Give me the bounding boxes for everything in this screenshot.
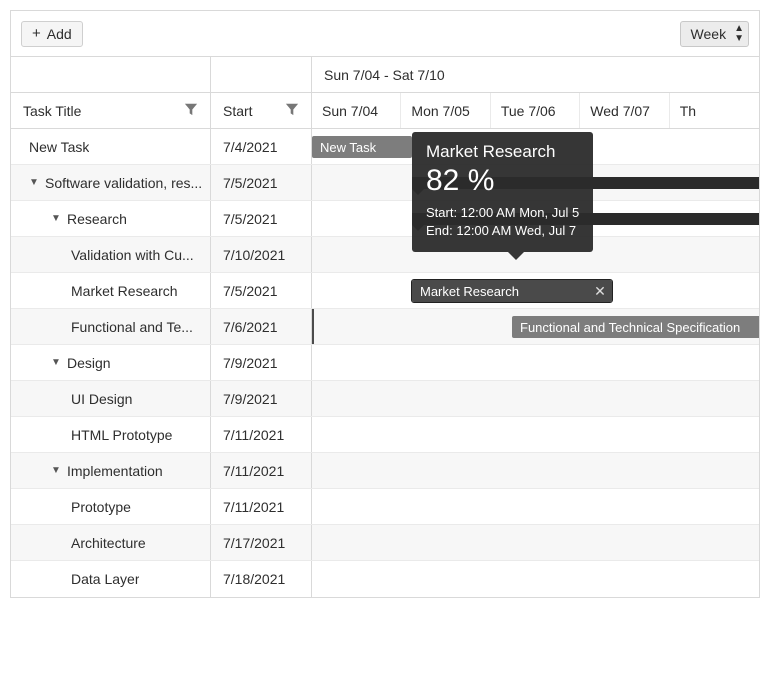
task-row[interactable]: New Task 7/4/2021 xyxy=(11,129,312,165)
timeline-row[interactable]: Functional and Technical Specification xyxy=(312,309,759,345)
task-start: 7/6/2021 xyxy=(211,309,312,344)
day-header: Mon 7/05 xyxy=(401,93,490,128)
column-header-start-label: Start xyxy=(223,103,253,119)
updown-icon: ▲▼ xyxy=(734,24,744,44)
task-start: 7/11/2021 xyxy=(211,417,312,452)
view-select[interactable]: Week ▲▼ xyxy=(680,21,749,47)
timeline-row[interactable] xyxy=(312,345,759,381)
timeline-days-header: Sun 7/04 Mon 7/05 Tue 7/06 Wed 7/07 Th xyxy=(312,93,759,129)
task-start: 7/11/2021 xyxy=(211,453,312,488)
filter-icon[interactable] xyxy=(285,102,299,119)
chevron-down-icon[interactable]: ▼ xyxy=(51,357,63,368)
timeline-row[interactable] xyxy=(312,381,759,417)
timeline-row[interactable] xyxy=(312,417,759,453)
task-bar-label: Market Research xyxy=(420,284,519,299)
gantt-container: + Add Week ▲▼ Task Title xyxy=(10,10,760,598)
task-start: 7/18/2021 xyxy=(211,561,312,597)
chevron-down-icon[interactable]: ▼ xyxy=(51,213,63,224)
task-list: New Task 7/4/2021 ▼ Software validation, … xyxy=(11,129,312,597)
timeline-row[interactable]: Market Research ✕ xyxy=(312,273,759,309)
task-title: Implementation xyxy=(67,463,163,479)
task-start: 7/11/2021 xyxy=(211,489,312,524)
tooltip-percent: 82 % xyxy=(426,164,579,198)
task-title: New Task xyxy=(29,139,89,155)
task-title: Functional and Te... xyxy=(71,319,193,335)
view-select-label: Week xyxy=(691,26,727,42)
task-title: Prototype xyxy=(71,499,131,515)
task-row[interactable]: UI Design 7/9/2021 xyxy=(11,381,312,417)
task-row[interactable]: Market Research 7/5/2021 xyxy=(11,273,312,309)
task-bar-market-research[interactable]: Market Research ✕ xyxy=(412,280,612,302)
tooltip-end: End: 12:00 AM Wed, Jul 7 xyxy=(426,222,579,240)
filter-icon[interactable] xyxy=(184,102,198,119)
task-title: Market Research xyxy=(71,283,178,299)
task-title: HTML Prototype xyxy=(71,427,172,443)
timeline-row[interactable] xyxy=(312,525,759,561)
task-start: 7/10/2021 xyxy=(211,237,312,272)
add-button[interactable]: + Add xyxy=(21,21,83,47)
task-title: Validation with Cu... xyxy=(71,247,194,263)
task-row[interactable]: Architecture 7/17/2021 xyxy=(11,525,312,561)
task-start: 7/4/2021 xyxy=(211,129,312,164)
toolbar: + Add Week ▲▼ xyxy=(11,11,759,57)
tooltip-title: Market Research xyxy=(426,142,579,162)
timeline-row[interactable] xyxy=(312,453,759,489)
day-header: Tue 7/06 xyxy=(491,93,580,128)
task-title: Data Layer xyxy=(71,571,139,587)
task-start: 7/5/2021 xyxy=(211,165,312,200)
task-row[interactable]: ▼ Design 7/9/2021 xyxy=(11,345,312,381)
task-start: 7/17/2021 xyxy=(211,525,312,560)
day-header: Wed 7/07 xyxy=(580,93,669,128)
task-row[interactable]: ▼ Software validation, res... 7/5/2021 xyxy=(11,165,312,201)
column-header-task-title[interactable]: Task Title xyxy=(11,93,211,128)
task-bar-new-task[interactable]: New Task xyxy=(312,136,412,158)
task-row[interactable]: Functional and Te... 7/6/2021 xyxy=(11,309,312,345)
left-panel: Task Title Start New Task 7/4/2021 xyxy=(11,57,312,597)
task-title: Research xyxy=(67,211,127,227)
timeline-row[interactable] xyxy=(312,561,759,597)
column-header-task-title-label: Task Title xyxy=(23,103,81,119)
add-button-label: Add xyxy=(47,26,72,42)
start-tick xyxy=(312,309,314,344)
column-header-start[interactable]: Start xyxy=(211,93,312,128)
task-row[interactable]: Data Layer 7/18/2021 xyxy=(11,561,312,597)
timeline-panel: Sun 7/04 - Sat 7/10 Sun 7/04 Mon 7/05 Tu… xyxy=(312,57,759,597)
task-bar-label: Functional and Technical Specification xyxy=(520,320,740,335)
timeline-row[interactable] xyxy=(312,489,759,525)
task-row[interactable]: Validation with Cu... 7/10/2021 xyxy=(11,237,312,273)
task-title: Architecture xyxy=(71,535,146,551)
task-title: Software validation, res... xyxy=(45,175,202,191)
timeline-range: Sun 7/04 - Sat 7/10 xyxy=(312,57,759,93)
chevron-down-icon[interactable]: ▼ xyxy=(51,465,63,476)
task-start: 7/5/2021 xyxy=(211,201,312,236)
task-row[interactable]: Prototype 7/11/2021 xyxy=(11,489,312,525)
day-header: Th xyxy=(670,93,759,128)
plus-icon: + xyxy=(32,26,41,41)
close-icon[interactable]: ✕ xyxy=(592,283,608,299)
task-start: 7/9/2021 xyxy=(211,381,312,416)
timeline-range-label: Sun 7/04 - Sat 7/10 xyxy=(324,67,445,83)
task-bar-label: New Task xyxy=(320,140,376,155)
task-row[interactable]: HTML Prototype 7/11/2021 xyxy=(11,417,312,453)
chevron-down-icon[interactable]: ▼ xyxy=(29,177,41,188)
task-start: 7/9/2021 xyxy=(211,345,312,380)
task-bar-functional[interactable]: Functional and Technical Specification xyxy=(512,316,759,338)
task-title: UI Design xyxy=(71,391,132,407)
tooltip-start: Start: 12:00 AM Mon, Jul 5 xyxy=(426,204,579,222)
task-tooltip: Market Research 82 % Start: 12:00 AM Mon… xyxy=(412,132,593,252)
task-start: 7/5/2021 xyxy=(211,273,312,308)
task-title: Design xyxy=(67,355,111,371)
task-row[interactable]: ▼ Research 7/5/2021 xyxy=(11,201,312,237)
task-row[interactable]: ▼ Implementation 7/11/2021 xyxy=(11,453,312,489)
day-header: Sun 7/04 xyxy=(312,93,401,128)
